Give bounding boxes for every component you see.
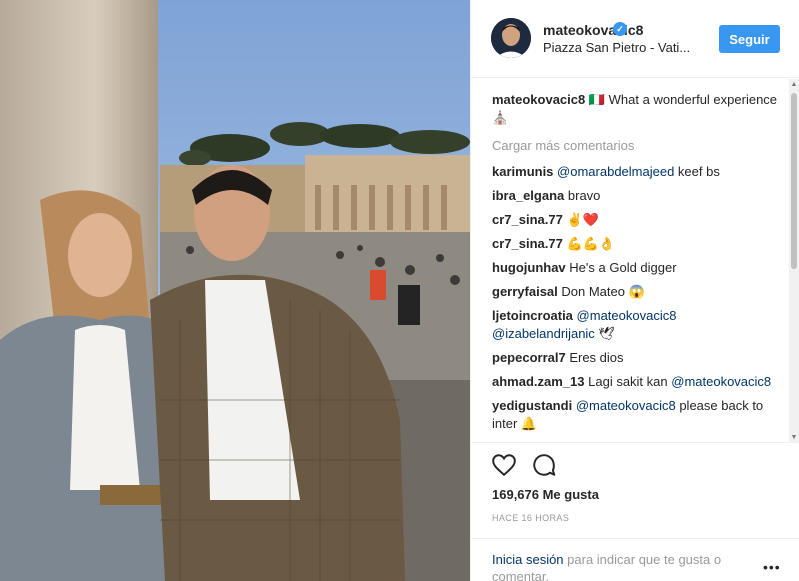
post-header: mateokovacic8 ✓ Piazza San Pietro - Vati…: [471, 0, 799, 78]
comment-text: bravo: [567, 188, 601, 203]
comment-username[interactable]: cr7_sina.77: [492, 236, 563, 251]
post-sidebar: mateokovacic8 ✓ Piazza San Pietro - Vati…: [470, 0, 799, 581]
comment-item: ahmad.zam_13 Lagi sakit kan @mateokovaci…: [492, 373, 780, 391]
comment-text: Lagi sakit kan: [588, 374, 668, 389]
comment-text: 🕊: [594, 326, 615, 341]
comment-item: pepecorral7 Eres dios: [492, 349, 780, 367]
speech-bubble-icon[interactable]: [531, 452, 559, 480]
likes-count[interactable]: 169,676 Me gusta: [492, 487, 599, 502]
login-link[interactable]: Inicia sesión: [492, 552, 564, 567]
comment-item: karimunis @omarabdelmajeed keef bs: [492, 163, 780, 181]
load-more-comments-link[interactable]: Cargar más comentarios: [492, 137, 780, 155]
comment-item: cr7_sina.77 💪💪👌: [492, 235, 780, 253]
comment-text: keef bs: [674, 164, 720, 179]
comment-username[interactable]: ljetoincroatia: [492, 308, 573, 323]
comment-username[interactable]: hugojunhav: [492, 260, 566, 275]
action-bar: [489, 452, 609, 482]
login-prompt-text: Inicia sesión para indicar que te gusta …: [492, 551, 752, 581]
more-options-icon[interactable]: •••: [763, 559, 781, 575]
comment-item: yedigustandi @mateokovacic8 please back …: [492, 397, 780, 433]
comment-item: gerryfaisal Don Mateo 😱: [492, 283, 780, 301]
scroll-thumb[interactable]: [791, 93, 797, 269]
photo-couple-vatican: [0, 0, 470, 581]
comment-username[interactable]: ahmad.zam_13: [492, 374, 585, 389]
post-timestamp[interactable]: HACE 16 HORAS: [492, 513, 569, 523]
heart-outline-icon[interactable]: [491, 452, 519, 480]
post-location[interactable]: Piazza San Pietro - Vati...: [543, 40, 690, 55]
comment-username[interactable]: gerryfaisal: [492, 284, 558, 299]
scroll-up-arrow-icon[interactable]: ▲: [790, 81, 798, 88]
comment-mention[interactable]: @mateokovacic8: [671, 374, 771, 389]
post-username[interactable]: mateokovacic8: [543, 22, 643, 38]
verified-badge-icon: ✓: [613, 22, 627, 36]
avatar[interactable]: [491, 18, 531, 58]
comment-item: ibra_elgana bravo: [492, 187, 780, 205]
comment-username[interactable]: ibra_elgana: [492, 188, 564, 203]
scroll-down-arrow-icon[interactable]: ▼: [790, 434, 798, 441]
comment-username[interactable]: pepecorral7: [492, 350, 566, 365]
comment-username[interactable]: cr7_sina.77: [492, 212, 563, 227]
like-icon-svg: [492, 454, 516, 477]
comment-item: hugojunhav He's a Gold digger: [492, 259, 780, 277]
comment-text: Eres dios: [569, 350, 624, 365]
comment-item: ljetoincroatia @mateokovacic8 @izabeland…: [492, 307, 780, 343]
caption: mateokovacic8 🇮🇹 What a wonderful experi…: [492, 91, 780, 127]
avatar-image: [491, 18, 531, 58]
comment-username[interactable]: karimunis: [492, 164, 553, 179]
comment-username[interactable]: yedigustandi: [492, 398, 572, 413]
comment-text: He's a Gold digger: [569, 260, 677, 275]
comment-icon-svg: [533, 454, 556, 476]
comments-scrollbar[interactable]: ▲ ▼: [789, 79, 799, 443]
comment-item: cr7_sina.77 ✌️❤️: [492, 211, 780, 229]
comments-list[interactable]: mateokovacic8 🇮🇹 What a wonderful experi…: [471, 79, 799, 443]
comment-text: Don Mateo 😱: [561, 284, 645, 299]
follow-button[interactable]: Seguir: [719, 25, 780, 53]
caption-username[interactable]: mateokovacic8: [492, 92, 585, 107]
comment-text: 💪💪👌: [566, 236, 616, 251]
comment-mention[interactable]: @omarabdelmajeed: [557, 164, 674, 179]
comment-text: ✌️❤️: [566, 212, 599, 227]
comment-mention[interactable]: @mateokovacic8: [576, 398, 676, 413]
post-photo[interactable]: [0, 0, 470, 581]
login-prompt: Inicia sesión para indicar que te gusta …: [471, 538, 799, 581]
